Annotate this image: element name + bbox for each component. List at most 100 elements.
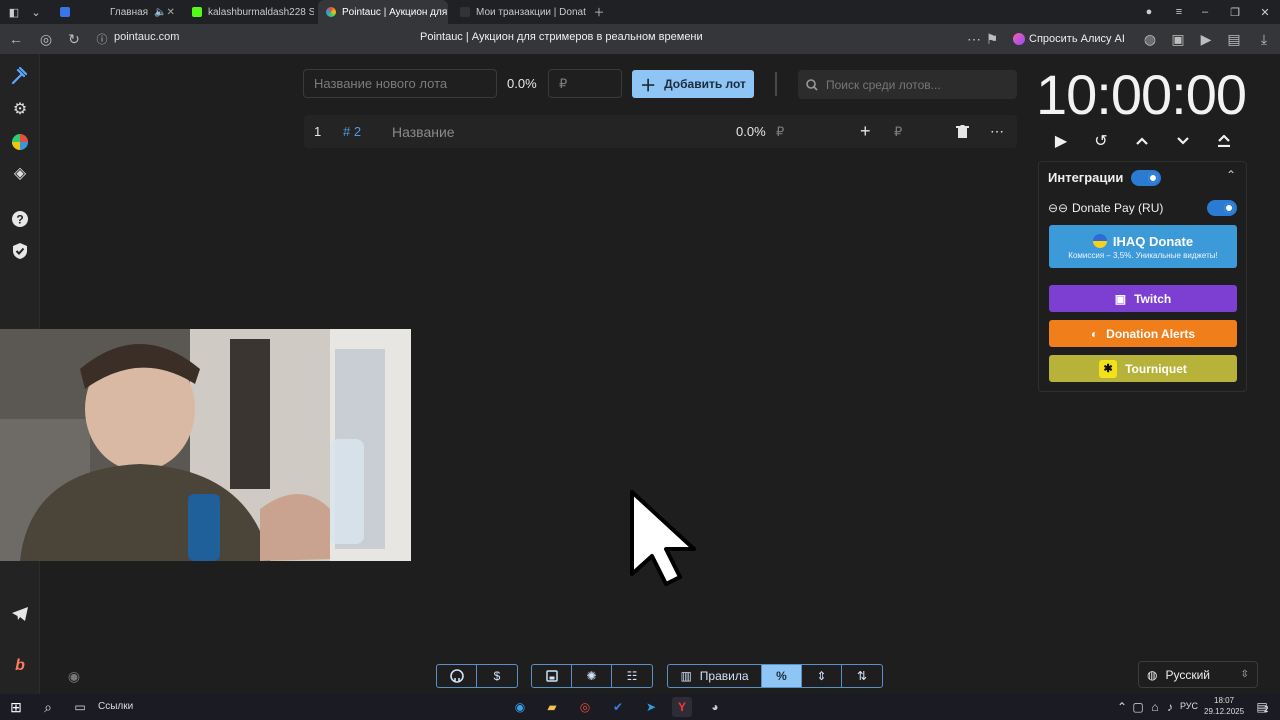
- ihaq-donate-button[interactable]: IHAQ Donate Комиссия – 3,5%. Уникальные …: [1049, 225, 1237, 268]
- edge-icon[interactable]: ◉: [510, 697, 530, 717]
- home-tab-icon: [60, 7, 70, 17]
- plus-icon[interactable]: +: [860, 115, 871, 148]
- search-icon[interactable]: ⌕: [38, 697, 58, 717]
- twitch-icon: ▣: [1114, 291, 1127, 306]
- layers-icon[interactable]: ◈: [8, 161, 32, 185]
- visibility-eye-icon[interactable]: ◉: [62, 664, 86, 688]
- new-lot-name-input[interactable]: Название нового лота: [303, 69, 497, 98]
- chevron-down-icon[interactable]: ⌄: [26, 0, 46, 24]
- integrations-title: Интеграции: [1048, 170, 1124, 185]
- downloads-icon[interactable]: ⤓: [1252, 24, 1276, 54]
- alice-ai-button[interactable]: Спросить Алису AI: [1009, 29, 1131, 49]
- clock-date[interactable]: 29.12.2025: [1204, 707, 1244, 716]
- reload-icon[interactable]: ↻: [62, 24, 86, 54]
- integrations-toggle[interactable]: [1131, 170, 1161, 186]
- shield-icon[interactable]: [8, 239, 32, 263]
- webcam-image: [0, 329, 411, 561]
- chrome-icon[interactable]: ◎: [575, 697, 595, 717]
- wheel-icon[interactable]: [8, 130, 32, 154]
- collapse-chevron-icon[interactable]: ⌃: [1226, 168, 1236, 182]
- more-options-icon[interactable]: ⋯: [990, 115, 1004, 148]
- volume-icon[interactable]: ♪: [1160, 697, 1180, 717]
- keyboard-language[interactable]: РУС: [1180, 701, 1198, 711]
- auction-timer: 10:00:00: [1036, 63, 1247, 126]
- donation-alerts-button[interactable]: ◐ Donation Alerts: [1049, 320, 1237, 347]
- task-view-icon[interactable]: ▭: [70, 697, 90, 717]
- help-icon[interactable]: ?: [8, 207, 32, 231]
- rules-button[interactable]: ▥ Правила: [668, 665, 762, 687]
- lot-add-amount-input[interactable]: ₽: [894, 115, 902, 148]
- site-info-icon[interactable]: ⓘ: [90, 24, 114, 54]
- svg-text:?: ?: [16, 213, 23, 227]
- windows-start-icon[interactable]: ⊞: [6, 697, 26, 717]
- extension-icon[interactable]: ▣: [1166, 24, 1190, 54]
- chevron-down-icon[interactable]: [1170, 128, 1196, 154]
- new-tab-button[interactable]: ＋: [584, 0, 614, 24]
- play-icon[interactable]: ▶: [1048, 128, 1074, 154]
- sort-icon[interactable]: ⇅: [842, 665, 882, 687]
- bug-icon[interactable]: ✺: [572, 665, 612, 687]
- settings-gear-icon[interactable]: ⚙: [8, 97, 32, 121]
- back-icon[interactable]: ←: [4, 24, 28, 54]
- ihaq-label: IHAQ Donate: [1112, 233, 1194, 249]
- minimize-icon[interactable]: –: [1190, 0, 1220, 24]
- add-lot-button[interactable]: ＋ Добавить лот: [632, 70, 754, 98]
- chevron-up-icon[interactable]: [1129, 128, 1155, 154]
- profile-icon[interactable]: ●: [1134, 0, 1164, 24]
- lot-search-input[interactable]: Поиск среди лотов...: [798, 70, 1017, 99]
- compact-icon[interactable]: ⇕: [802, 665, 842, 687]
- github-icon[interactable]: [437, 665, 477, 687]
- donatepay-logo-icon: ⊖⊖: [1048, 201, 1069, 215]
- ihaq-subtitle: Комиссия – 3,5%. Уникальные виджеты!: [1068, 250, 1218, 260]
- media-icon[interactable]: ▶: [1194, 24, 1218, 54]
- bookmark-icon[interactable]: ⚑: [980, 24, 1004, 54]
- auction-icon[interactable]: [8, 64, 32, 88]
- notifications-icon[interactable]: ▤: [1252, 697, 1272, 717]
- new-lot-amount-input[interactable]: ₽: [548, 69, 622, 98]
- donation-alerts-label: Donation Alerts: [1106, 326, 1196, 341]
- language-select[interactable]: ◍ Русский ⇳: [1138, 661, 1258, 688]
- clear-list-icon[interactable]: ☷: [612, 665, 652, 687]
- percent-toggle-icon[interactable]: %: [762, 665, 802, 687]
- links-button-group: $: [436, 664, 518, 688]
- links-toolbar-label[interactable]: Ссылки: [98, 701, 133, 712]
- check-app-icon[interactable]: ✔: [608, 697, 628, 717]
- window-close-icon[interactable]: ✕: [1250, 0, 1280, 24]
- trash-icon[interactable]: [956, 115, 969, 148]
- double-chevron-up-icon[interactable]: [1211, 128, 1237, 154]
- tab-donate[interactable]: Мои транзакции | Donate: [452, 0, 586, 24]
- speaker-icon[interactable]: 🔈✕: [154, 7, 175, 18]
- folder-icon[interactable]: ▰: [542, 697, 562, 717]
- donatepay-toggle[interactable]: [1207, 200, 1237, 216]
- rules-icon: ▥: [680, 669, 692, 683]
- tourniquet-button[interactable]: ✱ Tourniquet: [1049, 355, 1237, 382]
- tab-kick-stream[interactable]: kalashburmaldash228 Stre: [184, 0, 314, 24]
- save-icon[interactable]: [532, 665, 572, 687]
- lot-amount-input[interactable]: ₽: [776, 115, 784, 148]
- yandex-browser-icon[interactable]: Y: [672, 697, 692, 717]
- tab-home[interactable]: Главная 🔈✕: [52, 0, 180, 24]
- telegram-taskbar-icon[interactable]: ➤: [641, 697, 661, 717]
- page-title: Pointauc | Аукцион для стримеров в реаль…: [420, 31, 703, 43]
- restore-icon[interactable]: ❐: [1220, 0, 1250, 24]
- tools-button-group: ✺ ☷: [531, 664, 653, 688]
- ihaq-icon: [1092, 234, 1107, 248]
- url-field[interactable]: pointauc.com: [114, 31, 179, 43]
- reset-icon[interactable]: ↺: [1088, 128, 1114, 154]
- boosty-icon[interactable]: b: [8, 654, 32, 678]
- tab-pointauc[interactable]: Pointauc | Аукцион для ✕: [318, 0, 448, 24]
- twitch-button[interactable]: ▣ Twitch: [1049, 285, 1237, 312]
- lot-name-input[interactable]: Название: [392, 115, 455, 148]
- protect-icon[interactable]: ◎: [34, 24, 58, 54]
- browser-menu-icon[interactable]: ◧: [4, 0, 24, 24]
- tourniquet-icon: ✱: [1099, 359, 1118, 378]
- notification-count: 2: [1264, 705, 1269, 714]
- obs-icon[interactable]: ◕: [705, 697, 725, 717]
- donatepay-label: Donate Pay (RU): [1072, 201, 1164, 215]
- language-value: Русский: [1165, 667, 1211, 682]
- translate-icon[interactable]: ◍: [1138, 24, 1162, 54]
- clock-time[interactable]: 18:07: [1214, 696, 1234, 705]
- collections-icon[interactable]: ▤: [1222, 24, 1246, 54]
- telegram-icon[interactable]: [8, 602, 32, 626]
- donate-dollar-icon[interactable]: $: [477, 665, 517, 687]
